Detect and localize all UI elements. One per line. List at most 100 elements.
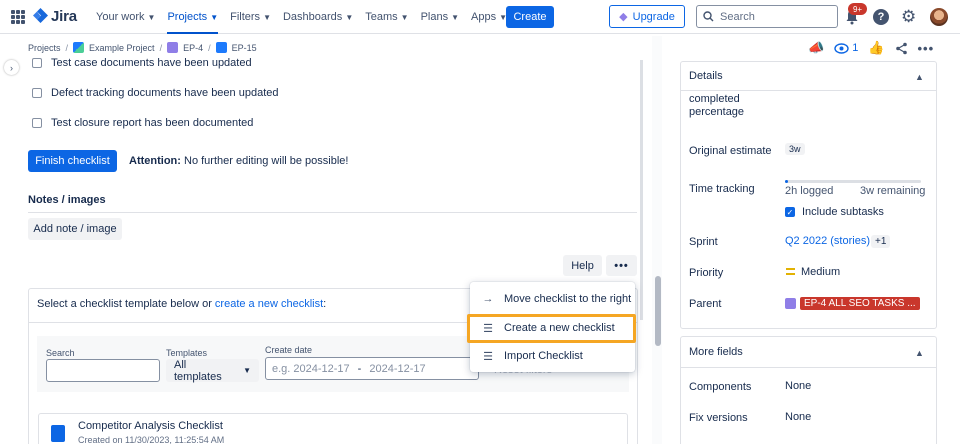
nav-label: Plans bbox=[420, 11, 449, 23]
include-subtasks-checkbox[interactable]: ✓ bbox=[785, 207, 795, 217]
chevron-down-icon: ▼ bbox=[451, 12, 460, 22]
chevron-up-icon[interactable]: ▲ bbox=[915, 72, 924, 82]
menu-item-move-right[interactable]: → Move checklist to the right bbox=[470, 286, 635, 312]
checklist-item-label: Defect tracking documents have been upda… bbox=[51, 87, 279, 99]
breadcrumb-epic[interactable]: EP-4 bbox=[183, 43, 203, 53]
expand-sidebar-icon[interactable]: › bbox=[4, 60, 19, 75]
chevron-down-icon: ▼ bbox=[400, 12, 409, 22]
nav-apps[interactable]: Apps ▼ bbox=[471, 0, 507, 34]
breadcrumb-projects[interactable]: Projects bbox=[28, 43, 61, 53]
template-prefix: Select a checklist template below or bbox=[37, 298, 215, 310]
nav-label: Filters bbox=[230, 11, 261, 23]
chevron-up-icon[interactable]: ▲ bbox=[915, 348, 924, 358]
components-value[interactable]: None bbox=[785, 380, 811, 392]
date-to-placeholder: 2024-12-17 bbox=[369, 362, 426, 375]
parent-label: Parent bbox=[689, 298, 722, 310]
help-icon[interactable]: ? bbox=[873, 9, 889, 25]
breadcrumb-issue[interactable]: EP-15 bbox=[232, 43, 257, 53]
checklist-item: Test closure report has been documented bbox=[32, 117, 253, 129]
search-icon bbox=[703, 11, 714, 22]
nav-projects[interactable]: Projects ▼ bbox=[167, 0, 219, 34]
content-scrollbar[interactable] bbox=[640, 60, 643, 320]
template-search-input[interactable] bbox=[46, 359, 160, 382]
template-suffix: : bbox=[323, 298, 327, 310]
nav-label: Your work bbox=[96, 11, 145, 23]
notification-badge: 9+ bbox=[848, 3, 867, 15]
parent-value: EP-4 ALL SEO TASKS ... bbox=[800, 297, 920, 310]
chevron-down-icon: ▼ bbox=[345, 12, 354, 22]
checklist-checkbox[interactable] bbox=[32, 88, 42, 98]
original-estimate-value[interactable]: 3w bbox=[785, 143, 805, 155]
fix-versions-label: Fix versions bbox=[689, 412, 748, 424]
create-date-range-input[interactable]: e.g. 2024-12-17 - 2024-12-17 bbox=[265, 357, 479, 380]
attention-label: Attention: bbox=[129, 155, 181, 167]
template-panel-header: Select a checklist template below or cre… bbox=[37, 298, 326, 310]
sprint-more[interactable]: +1 bbox=[871, 235, 891, 248]
chevron-down-icon: ▼ bbox=[147, 12, 156, 22]
time-tracking-bar[interactable] bbox=[785, 180, 921, 183]
checklist-checkbox[interactable] bbox=[32, 58, 42, 68]
breadcrumb-separator: / bbox=[208, 42, 211, 53]
nav-label: Projects bbox=[167, 11, 208, 23]
checklist-checkbox[interactable] bbox=[32, 118, 42, 128]
user-avatar[interactable] bbox=[930, 8, 948, 26]
divider bbox=[681, 367, 936, 368]
more-fields-title[interactable]: More fields bbox=[689, 346, 743, 358]
original-estimate-label: Original estimate bbox=[689, 145, 772, 157]
scrollbar-thumb[interactable] bbox=[655, 276, 661, 346]
megaphone-icon[interactable]: 📣 bbox=[808, 40, 824, 56]
chevron-down-icon: ▼ bbox=[263, 12, 271, 22]
search-placeholder: Search bbox=[720, 10, 755, 23]
help-button[interactable]: Help bbox=[563, 255, 602, 276]
thumbs-up-icon[interactable]: 👍 bbox=[868, 40, 884, 56]
app-switcher-icon[interactable] bbox=[11, 10, 25, 24]
sprint-link[interactable]: Q2 2022 (stories) bbox=[785, 235, 870, 247]
breadcrumb-project[interactable]: Example Project bbox=[89, 43, 155, 53]
epic-icon bbox=[785, 298, 796, 309]
attention-text: No further editing will be possible! bbox=[184, 155, 349, 167]
priority-medium-icon bbox=[786, 268, 795, 275]
date-from-placeholder: e.g. 2024-12-17 bbox=[272, 362, 350, 375]
settings-gear-icon[interactable]: ⚙ bbox=[901, 8, 916, 25]
nav-teams[interactable]: Teams ▼ bbox=[365, 0, 408, 34]
priority-value[interactable]: Medium bbox=[801, 266, 840, 278]
more-icon[interactable]: ••• bbox=[918, 41, 935, 56]
primary-nav: Your work ▼ Projects ▼ Filters ▼ Dashboards… bbox=[96, 0, 519, 34]
details-title[interactable]: Details bbox=[689, 70, 723, 82]
eye-icon bbox=[834, 42, 849, 54]
templates-select[interactable]: All templates ▼ bbox=[166, 358, 259, 383]
create-new-checklist-link[interactable]: create a new checklist bbox=[215, 298, 323, 310]
epic-icon bbox=[167, 42, 179, 53]
templates-select-value: All templates bbox=[174, 358, 222, 383]
upgrade-label: Upgrade bbox=[632, 10, 675, 23]
search-input[interactable]: Search bbox=[696, 5, 838, 28]
add-note-button[interactable]: Add note / image bbox=[28, 218, 122, 240]
top-navigation: Jira Your work ▼ Projects ▼ Filters ▼ Dashb… bbox=[0, 0, 960, 34]
highlight-outline bbox=[467, 314, 636, 343]
menu-item-import-checklist[interactable]: ☰ Import Checklist bbox=[470, 343, 635, 369]
share-icon[interactable] bbox=[895, 42, 908, 55]
checklist-item-label: Test closure report has been documented bbox=[51, 117, 254, 129]
finish-checklist-button[interactable]: Finish checklist bbox=[28, 150, 117, 172]
nav-your-work[interactable]: Your work ▼ bbox=[96, 0, 155, 34]
create-button[interactable]: Create bbox=[506, 6, 554, 28]
chevron-down-icon: ▼ bbox=[243, 366, 251, 375]
components-label: Components bbox=[689, 381, 752, 393]
jira-logo[interactable]: Jira bbox=[33, 8, 77, 25]
checklist-item: Test case documents have been updated bbox=[32, 57, 252, 69]
list-icon: ☰ bbox=[483, 350, 493, 363]
fix-versions-value[interactable]: None bbox=[785, 411, 811, 423]
time-tracking-label: Time tracking bbox=[689, 183, 755, 195]
template-document-icon bbox=[51, 425, 65, 442]
date-separator: - bbox=[357, 362, 362, 375]
watch-button[interactable]: 1 bbox=[834, 42, 858, 54]
more-actions-button[interactable]: ••• bbox=[606, 255, 637, 276]
watch-count: 1 bbox=[852, 42, 859, 54]
divider bbox=[681, 90, 936, 91]
nav-dashboards[interactable]: Dashboards ▼ bbox=[283, 0, 353, 34]
checklist-item-label: Test case documents have been updated bbox=[51, 57, 252, 69]
nav-plans[interactable]: Plans ▼ bbox=[421, 0, 459, 34]
upgrade-button[interactable]: ◆ Upgrade bbox=[609, 5, 685, 28]
nav-filters[interactable]: Filters ▼ bbox=[230, 0, 271, 34]
parent-tag[interactable]: EP-4 ALL SEO TASKS ... bbox=[785, 296, 920, 311]
